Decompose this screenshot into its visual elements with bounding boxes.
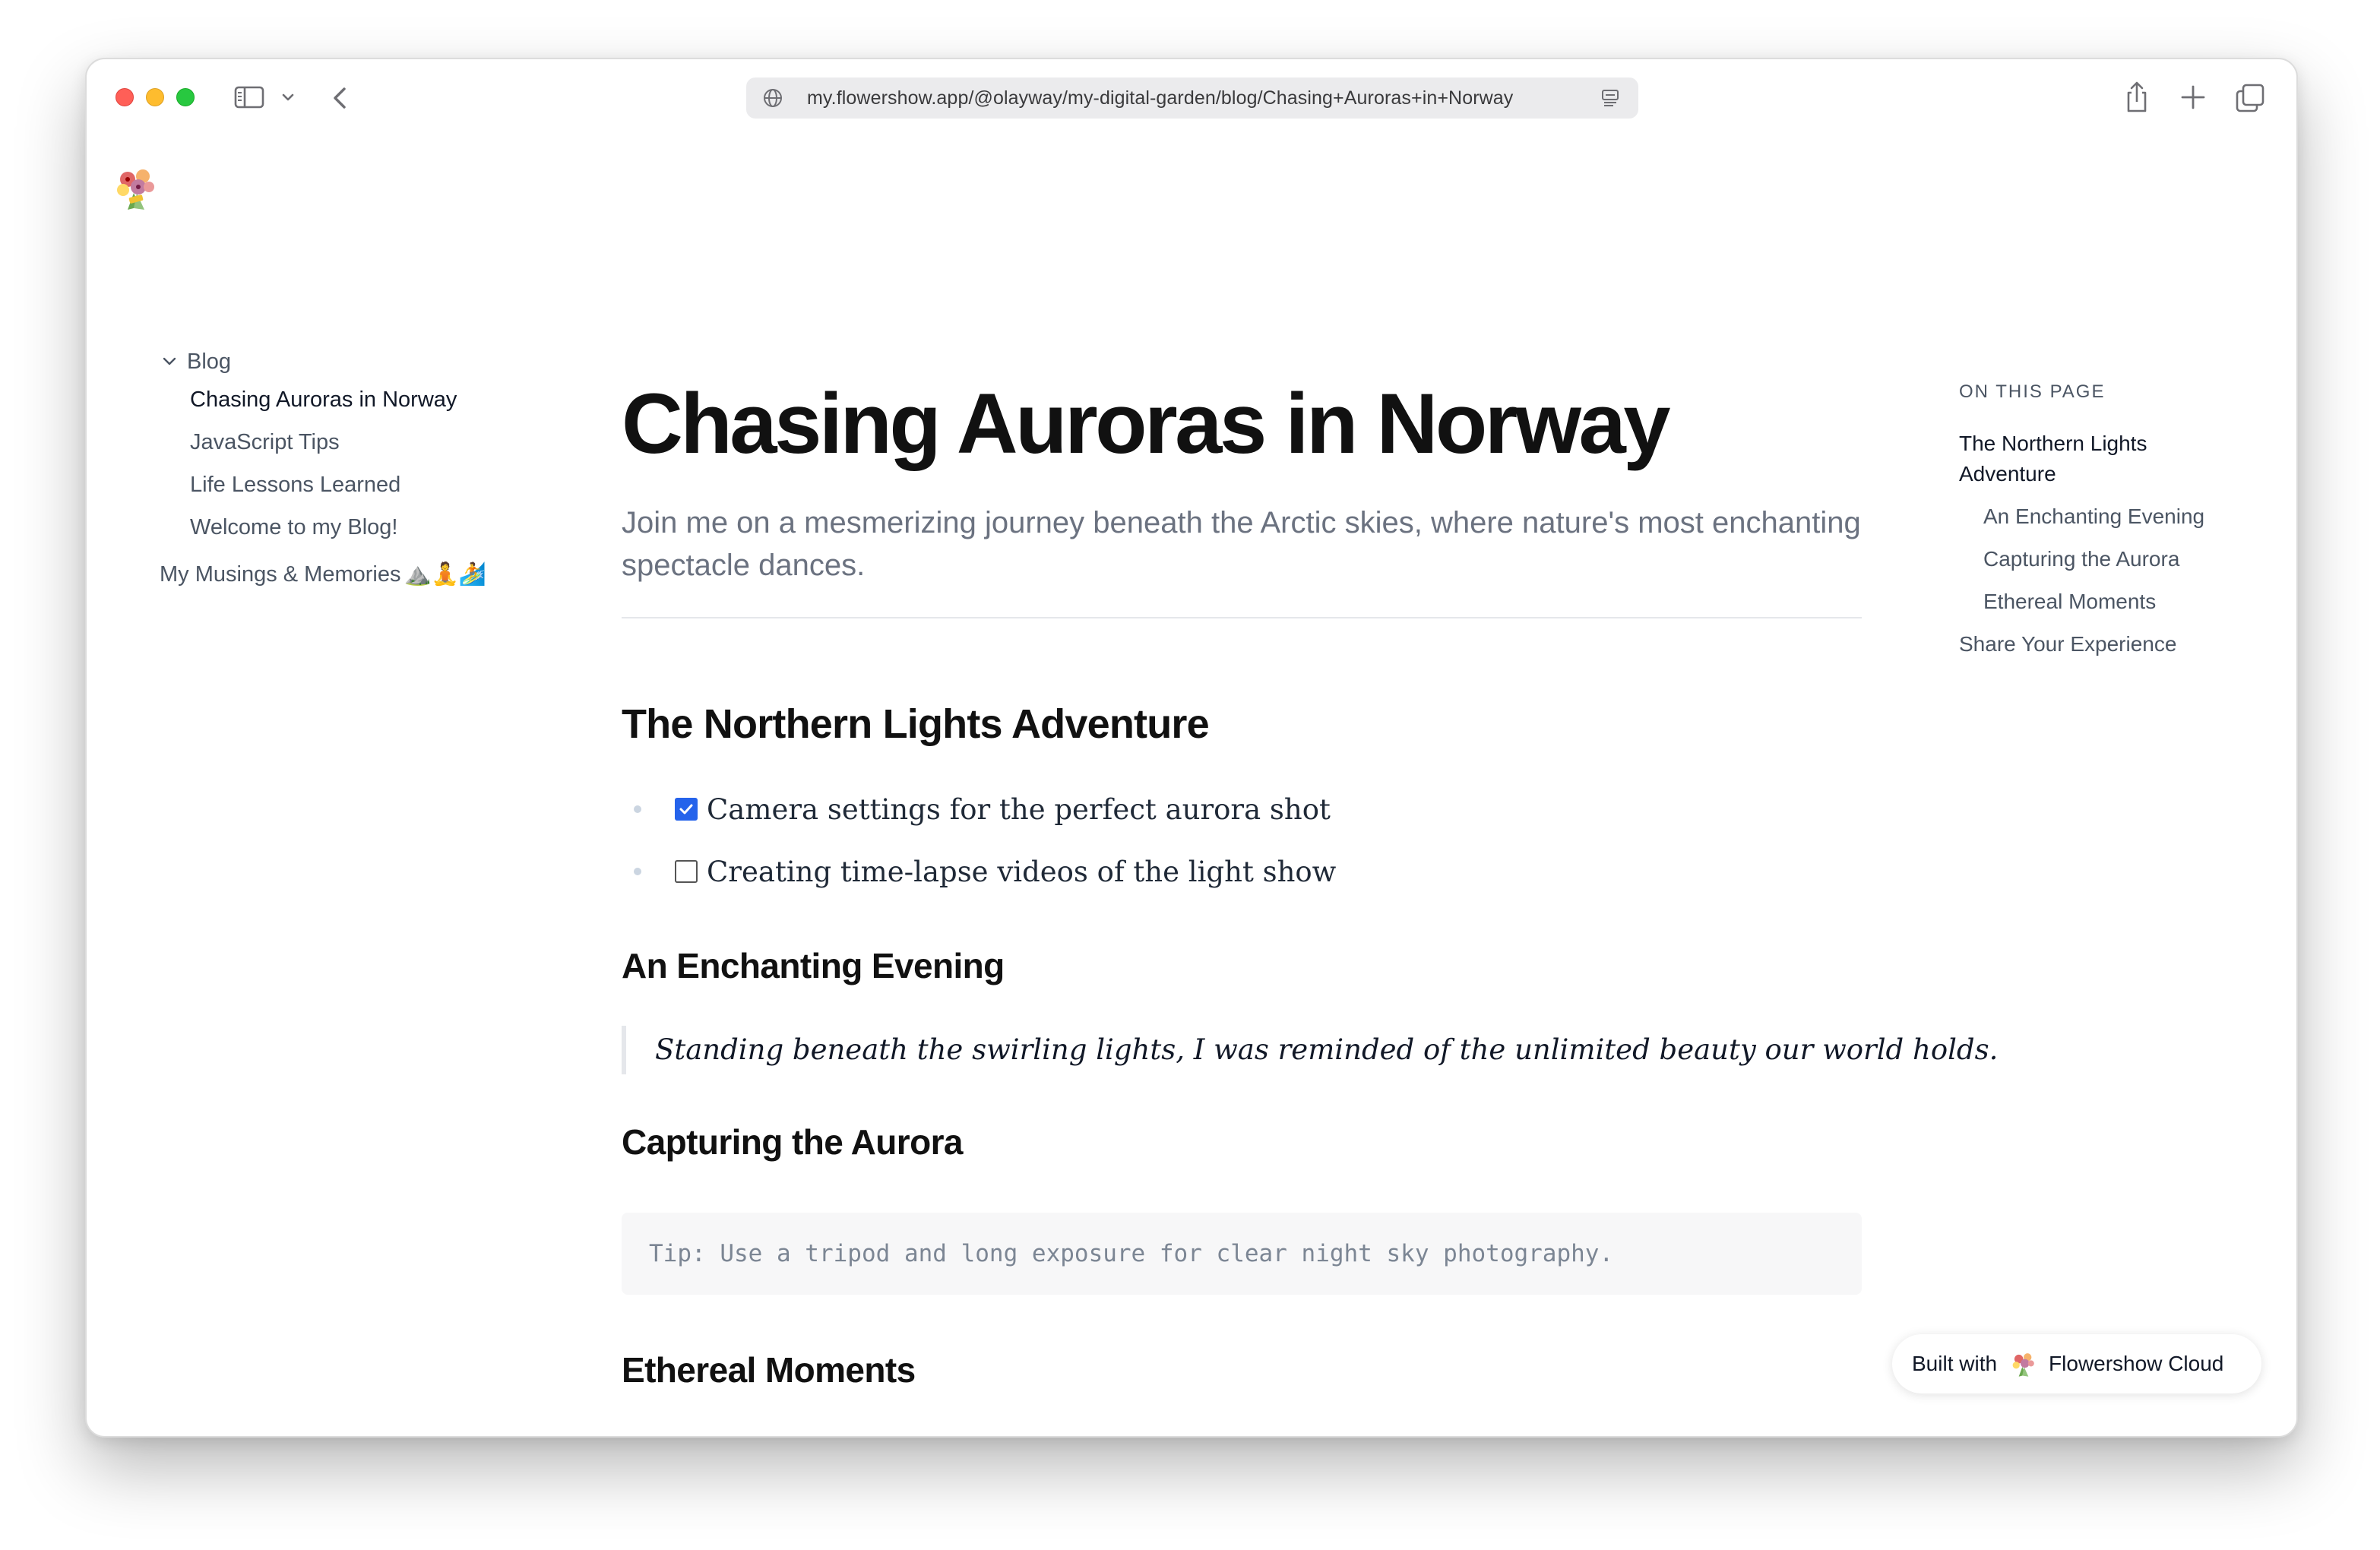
- built-with-prefix: Built with: [1912, 1352, 1998, 1375]
- sidebar-item-chasing-auroras[interactable]: Chasing Auroras in Norway: [160, 378, 585, 421]
- sidebar-toggle-icon[interactable]: [234, 85, 264, 109]
- chevron-down-icon: [160, 352, 179, 372]
- task-list: Camera settings for the perfect aurora s…: [622, 778, 1862, 903]
- reader-icon[interactable]: [1599, 87, 1622, 109]
- toc-item-enchanting-evening[interactable]: An Enchanting Evening: [1959, 501, 2278, 532]
- toc-item-northern-lights[interactable]: The Northern Lights Adventure: [1959, 429, 2187, 489]
- left-sidebar-nav: Blog Chasing Auroras in Norway JavaScrip…: [160, 345, 585, 591]
- task-checkbox-unchecked[interactable]: [675, 860, 698, 883]
- task-item: Camera settings for the perfect aurora s…: [622, 778, 1862, 840]
- article: Chasing Auroras in Norway Join me on a m…: [622, 376, 1998, 1390]
- bullet: [634, 805, 641, 813]
- flower-bouquet-logo[interactable]: [111, 163, 161, 213]
- table-of-contents: ON THIS PAGE The Northern Lights Adventu…: [1959, 381, 2278, 672]
- globe-icon: [761, 87, 784, 109]
- address-url[interactable]: my.flowershow.app/@olayway/my-digital-ga…: [807, 87, 1513, 109]
- tabs-icon[interactable]: [2234, 82, 2266, 114]
- toc-item-ethereal-moments[interactable]: Ethereal Moments: [1959, 587, 2278, 617]
- flower-bouquet-logo: [2009, 1349, 2038, 1378]
- musings-label: My Musings & Memories: [160, 562, 401, 587]
- toc-item-share-experience[interactable]: Share Your Experience: [1959, 629, 2278, 660]
- heading-northern-lights-adventure: The Northern Lights Adventure: [622, 701, 1210, 747]
- task-checkbox-checked[interactable]: [675, 798, 698, 821]
- sidebar-item-welcome[interactable]: Welcome to my Blog!: [160, 506, 585, 549]
- heading-capturing-aurora: Capturing the Aurora: [622, 1122, 963, 1162]
- window-controls: [116, 88, 195, 106]
- plus-icon[interactable]: [2178, 82, 2208, 112]
- back-chevron-icon[interactable]: [328, 85, 353, 111]
- zoom-window-button[interactable]: [176, 88, 195, 106]
- built-with-product: Flowershow Cloud: [2049, 1352, 2224, 1375]
- nav-group-label: Blog: [187, 349, 232, 374]
- musings-emoji: ⛰️🧘🏄: [404, 562, 486, 587]
- toc-heading: ON THIS PAGE: [1959, 381, 2106, 402]
- sidebar-item-javascript-tips[interactable]: JavaScript Tips: [160, 421, 585, 463]
- code-block: Tip: Use a tripod and long exposure for …: [622, 1213, 1862, 1295]
- built-with-badge[interactable]: Built with Flowershow Cloud: [1892, 1334, 2261, 1393]
- share-icon[interactable]: [2122, 81, 2152, 114]
- divider: [622, 617, 1862, 618]
- bullet: [634, 868, 641, 875]
- page-title: Chasing Auroras in Norway: [622, 376, 1671, 471]
- page-subtitle: Join me on a mesmerizing journey beneath…: [622, 506, 1861, 582]
- heading-enchanting-evening: An Enchanting Evening: [622, 946, 1005, 985]
- chevron-down-icon[interactable]: [280, 90, 296, 105]
- browser-window: my.flowershow.app/@olayway/my-digital-ga…: [85, 58, 2298, 1438]
- close-window-button[interactable]: [116, 88, 134, 106]
- heading-ethereal-moments: Ethereal Moments: [622, 1350, 916, 1390]
- sidebar-item-musings[interactable]: My Musings & Memories ⛰️🧘🏄: [160, 558, 585, 591]
- task-item: Creating time-lapse videos of the light …: [622, 840, 1862, 903]
- task-text: Creating time-lapse videos of the light …: [707, 855, 1337, 888]
- blockquote: Standing beneath the swirling lights, I …: [622, 1026, 1998, 1074]
- sidebar-item-life-lessons[interactable]: Life Lessons Learned: [160, 463, 585, 506]
- task-text: Camera settings for the perfect aurora s…: [707, 792, 1331, 826]
- nav-group-blog[interactable]: Blog: [160, 345, 585, 378]
- toc-item-capturing-aurora[interactable]: Capturing the Aurora: [1959, 544, 2278, 574]
- toc-list: The Northern Lights Adventure An Enchant…: [1959, 429, 2278, 660]
- minimize-window-button[interactable]: [146, 88, 164, 106]
- browser-toolbar: my.flowershow.app/@olayway/my-digital-ga…: [87, 59, 2296, 135]
- address-bar[interactable]: my.flowershow.app/@olayway/my-digital-ga…: [746, 78, 1638, 119]
